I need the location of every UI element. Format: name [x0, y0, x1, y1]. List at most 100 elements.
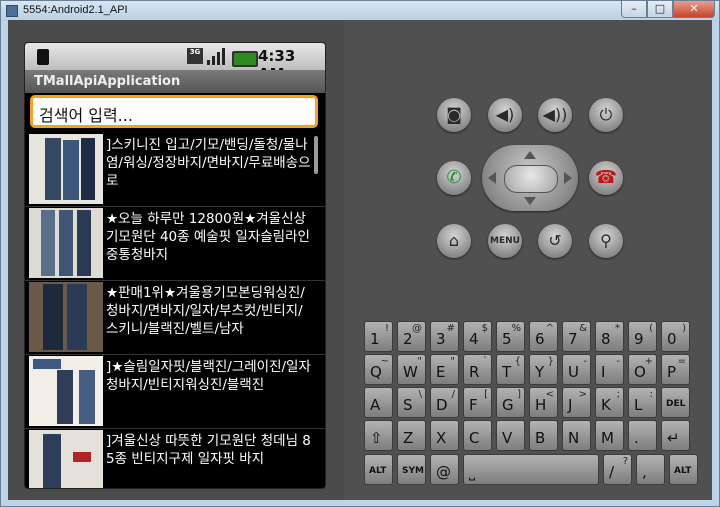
- key-row5-4[interactable]: /?: [603, 454, 632, 485]
- key-row4-7[interactable]: M: [595, 420, 624, 451]
- phone-screen[interactable]: 3G 4:33 AM TMallApiApplication 검색어 입력...…: [24, 42, 326, 489]
- home-button[interactable]: ⌂: [437, 224, 471, 258]
- key-row3-4[interactable]: G]: [496, 387, 525, 418]
- key-secondary-label: :: [649, 389, 653, 400]
- volume-down-button[interactable]: ◀): [488, 98, 522, 132]
- key-row5-1[interactable]: SYM: [397, 454, 426, 485]
- dpad-left-icon[interactable]: [488, 172, 496, 184]
- call-button[interactable]: ✆: [437, 161, 471, 195]
- key-row2-6[interactable]: U-: [562, 354, 591, 385]
- list-scrollbar[interactable]: [314, 136, 318, 174]
- list-item[interactable]: ★오늘 하루만 12800원★겨울신상 기모원단 40종 예술핏 일자슬림라인 …: [25, 207, 325, 281]
- camera-button[interactable]: ◙: [437, 98, 471, 132]
- key-row4-6[interactable]: N: [562, 420, 591, 451]
- key-row1-5[interactable]: 6 ^: [529, 321, 558, 352]
- key-label: ALT: [674, 466, 692, 476]
- key-row4-1[interactable]: Z: [397, 420, 426, 451]
- key-label: G: [502, 396, 514, 414]
- key-row3-9[interactable]: DEL: [661, 387, 690, 418]
- search-input[interactable]: 검색어 입력...: [30, 95, 318, 128]
- dpad-center-button[interactable]: [504, 165, 558, 193]
- key-row2-8[interactable]: O +: [628, 354, 657, 385]
- key-row2-3[interactable]: R `: [463, 354, 492, 385]
- key-secondary-label: (: [649, 323, 653, 334]
- list-item-title: ]겨울신상 따뜻한 기모원단 청데님 85종 빈티지구제 일자핏 바지: [106, 433, 311, 467]
- key-row4-5[interactable]: B: [529, 420, 558, 451]
- home-icon: ⌂: [448, 231, 460, 250]
- key-row5-3[interactable]: ⎵: [463, 454, 599, 485]
- key-row3-7[interactable]: K;: [595, 387, 624, 418]
- key-row1-1[interactable]: 2 @: [397, 321, 426, 352]
- key-row2-2[interactable]: E ": [430, 354, 459, 385]
- product-list[interactable]: ]스키니진 입고/기모/밴딩/돌청/물나염/워싱/정장바지/면바지/무료배송으로…: [25, 133, 325, 488]
- key-secondary-label: #: [446, 323, 455, 334]
- key-row2-5[interactable]: Y}: [529, 354, 558, 385]
- dpad-down-icon[interactable]: [524, 197, 536, 205]
- key-row3-8[interactable]: L:: [628, 387, 657, 418]
- key-row1-8[interactable]: 9(: [628, 321, 657, 352]
- key-label: U: [568, 363, 579, 381]
- key-secondary-label: @: [412, 323, 422, 334]
- list-item-title: ★오늘 하루만 12800원★겨울신상 기모원단 40종 예술핏 일자슬림라인 …: [106, 211, 310, 263]
- key-row1-7[interactable]: 8 *: [595, 321, 624, 352]
- key-row2-9[interactable]: P =: [661, 354, 690, 385]
- key-row4-2[interactable]: X: [430, 420, 459, 451]
- key-label: Y: [535, 363, 545, 381]
- search-placeholder: 검색어 입력...: [39, 106, 133, 125]
- back-button[interactable]: ↺: [538, 224, 572, 258]
- key-row1-4[interactable]: 5%: [496, 321, 525, 352]
- key-row3-5[interactable]: H <: [529, 387, 558, 418]
- menu-label: MENU: [490, 236, 520, 246]
- key-row5-0[interactable]: ALT: [364, 454, 393, 485]
- key-row2-1[interactable]: W ": [397, 354, 426, 385]
- key-row3-6[interactable]: J >: [562, 387, 591, 418]
- end-call-button[interactable]: ☎: [589, 161, 623, 195]
- key-label: M: [601, 429, 614, 447]
- maximize-button[interactable]: □: [647, 1, 673, 18]
- dpad-right-icon[interactable]: [564, 172, 572, 184]
- key-row1-6[interactable]: 7 &: [562, 321, 591, 352]
- key-secondary-label: ^: [545, 323, 554, 334]
- key-row5-6[interactable]: ALT: [669, 454, 698, 485]
- key-row4-4[interactable]: V: [496, 420, 525, 451]
- key-secondary-label: !: [384, 323, 389, 334]
- minimize-button[interactable]: –: [621, 1, 647, 18]
- power-button[interactable]: ⏻: [589, 98, 623, 132]
- key-secondary-label: -: [616, 356, 620, 367]
- key-label: T: [502, 363, 512, 381]
- list-item[interactable]: ]스키니진 입고/기모/밴딩/돌청/물나염/워싱/정장바지/면바지/무료배송으로: [25, 133, 325, 207]
- list-item[interactable]: ★판매1위★겨울용기모본딩워싱진/청바지/면바지/일자/부츠컷/빈티지/스키니/…: [25, 281, 325, 355]
- search-button[interactable]: ⚲: [589, 224, 623, 258]
- key-row2-4[interactable]: T{: [496, 354, 525, 385]
- key-row3-3[interactable]: F[: [463, 387, 492, 418]
- close-button[interactable]: ✕: [673, 1, 715, 18]
- key-row3-2[interactable]: D /: [430, 387, 459, 418]
- key-row3-1[interactable]: S \: [397, 387, 426, 418]
- dpad[interactable]: [482, 145, 578, 211]
- key-row1-9[interactable]: 0): [661, 321, 690, 352]
- key-row3-0[interactable]: A: [364, 387, 393, 418]
- key-secondary-label: *: [615, 323, 620, 334]
- list-item[interactable]: ]겨울신상 따뜻한 기모원단 청데님 85종 빈티지구제 일자핏 바지: [25, 429, 325, 488]
- key-row4-3[interactable]: C: [463, 420, 492, 451]
- key-row4-8[interactable]: .: [628, 420, 657, 451]
- key-label: E: [436, 363, 446, 381]
- key-row5-5[interactable]: ,: [636, 454, 665, 485]
- key-row4-9[interactable]: ↵: [661, 420, 690, 451]
- menu-button[interactable]: MENU: [488, 224, 522, 258]
- key-row1-2[interactable]: 3 #: [430, 321, 459, 352]
- sim-icon: [37, 49, 49, 65]
- key-row5-2[interactable]: @: [430, 454, 459, 485]
- key-label: R: [469, 363, 480, 381]
- key-row1-3[interactable]: 4 $: [463, 321, 492, 352]
- back-icon: ↺: [548, 231, 562, 250]
- key-row2-0[interactable]: Q ~: [364, 354, 393, 385]
- key-secondary-label: ~: [380, 356, 389, 367]
- list-item[interactable]: ]★슬림일자핏/블랙진/그레이진/일자청바지/빈티지워싱진/블랙진: [25, 355, 325, 429]
- key-row2-7[interactable]: I-: [595, 354, 624, 385]
- volume-up-button[interactable]: ◀)): [538, 98, 572, 132]
- key-row4-0[interactable]: ⇧: [364, 420, 393, 451]
- key-row1-0[interactable]: 1!: [364, 321, 393, 352]
- key-secondary-label: +: [644, 356, 653, 367]
- dpad-up-icon[interactable]: [524, 151, 536, 159]
